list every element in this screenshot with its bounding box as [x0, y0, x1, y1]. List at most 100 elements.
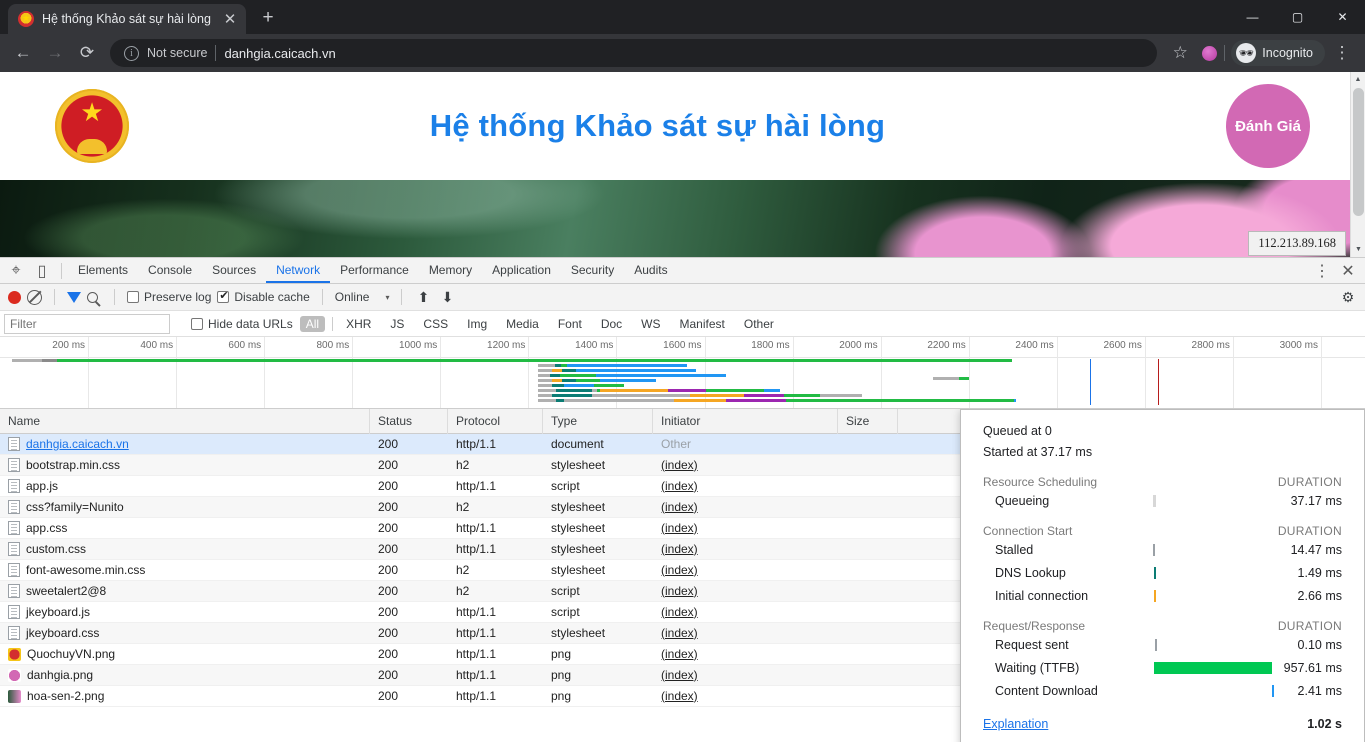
- filter-input[interactable]: [4, 313, 170, 334]
- bookmark-star-icon[interactable]: ☆: [1165, 38, 1195, 68]
- toolbar-divider-1: [54, 289, 55, 305]
- cell-initiator-text[interactable]: (index): [661, 668, 698, 682]
- column-header-size[interactable]: Size: [838, 409, 898, 434]
- cell-initiator: (index): [653, 623, 838, 644]
- tab-performance[interactable]: Performance: [330, 258, 419, 283]
- incognito-badge[interactable]: 🕶 Incognito: [1231, 40, 1325, 66]
- scroll-down-icon[interactable]: ▼: [1351, 242, 1365, 257]
- overview-bar-segment: [564, 384, 594, 387]
- tab-console[interactable]: Console: [138, 258, 202, 283]
- tab-network[interactable]: Network: [266, 258, 331, 283]
- explanation-link[interactable]: Explanation: [983, 717, 1048, 731]
- address-bar[interactable]: i Not secure danhgia.caicach.vn: [110, 39, 1158, 67]
- tab-application[interactable]: Application: [482, 258, 561, 283]
- type-filter-manifest[interactable]: Manifest: [674, 316, 731, 332]
- overview-bar-segment: [550, 374, 560, 377]
- timing-value: 2.41 ms: [1297, 683, 1342, 698]
- hide-data-urls-checkbox[interactable]: Hide data URLs: [191, 317, 293, 331]
- devtools-close-icon[interactable]: ✕: [1335, 259, 1361, 283]
- lotus-banner-image: 112.213.89.168: [0, 180, 1365, 257]
- cell-initiator-text[interactable]: (index): [661, 500, 698, 514]
- close-window-icon[interactable]: ✕: [1320, 0, 1365, 34]
- timing-bar-zone: [1135, 638, 1268, 651]
- cell-initiator-text[interactable]: (index): [661, 605, 698, 619]
- column-header-initiator[interactable]: Initiator: [653, 409, 838, 434]
- cell-status-text: 200: [378, 499, 399, 514]
- cell-name: danhgia.png: [0, 665, 370, 686]
- page-scrollbar[interactable]: ▲ ▼: [1350, 72, 1365, 257]
- tab-sources[interactable]: Sources: [202, 258, 266, 283]
- overview-bar-segment: [562, 379, 576, 382]
- timing-bar: [1155, 638, 1157, 651]
- browser-menu-icon[interactable]: ⋮: [1327, 38, 1357, 68]
- column-header-status[interactable]: Status: [370, 409, 448, 434]
- scroll-up-icon[interactable]: ▲: [1351, 72, 1365, 87]
- url-text[interactable]: danhgia.caicach.vn: [224, 46, 335, 61]
- disable-cache-checkbox[interactable]: Disable cache: [217, 289, 310, 304]
- cell-type: png: [543, 665, 653, 686]
- document-icon: [8, 542, 20, 556]
- type-filter-media[interactable]: Media: [500, 316, 545, 332]
- timing-label: Request sent: [995, 637, 1069, 652]
- column-header-name[interactable]: Name: [0, 409, 370, 434]
- type-filter-other[interactable]: Other: [738, 316, 780, 332]
- cell-protocol-text: http/1.1: [456, 541, 497, 556]
- tab-elements[interactable]: Elements: [68, 258, 138, 283]
- type-filter-css[interactable]: CSS: [417, 316, 454, 332]
- cell-initiator-text[interactable]: (index): [661, 458, 698, 472]
- cell-initiator-text[interactable]: (index): [661, 689, 698, 703]
- back-icon[interactable]: ←: [8, 38, 38, 68]
- dom-content-loaded-marker: [1090, 359, 1091, 405]
- forward-icon[interactable]: →: [40, 38, 70, 68]
- type-filter-doc[interactable]: Doc: [595, 316, 628, 332]
- type-filter-js[interactable]: JS: [384, 316, 410, 332]
- export-har-icon[interactable]: ⬇: [438, 289, 456, 306]
- scrollbar-thumb[interactable]: [1353, 88, 1364, 216]
- inspect-element-icon[interactable]: ⌖: [3, 259, 29, 283]
- filter-icon[interactable]: [67, 291, 81, 303]
- overview-bar-segment: [57, 359, 1012, 362]
- browser-tab[interactable]: Hệ thống Khảo sát sự hài lòng ✕: [8, 4, 246, 34]
- extension-icon[interactable]: [1202, 45, 1218, 61]
- type-filter-img[interactable]: Img: [461, 316, 493, 332]
- cell-type-text: stylesheet: [551, 457, 606, 472]
- devtools-more-icon[interactable]: ⋮: [1309, 259, 1335, 283]
- type-filter-font[interactable]: Font: [552, 316, 588, 332]
- cell-initiator-text[interactable]: (index): [661, 479, 698, 493]
- type-filter-all[interactable]: All: [299, 315, 326, 332]
- tab-audits[interactable]: Audits: [624, 258, 677, 283]
- cell-initiator-text[interactable]: (index): [661, 647, 698, 661]
- close-tab-icon[interactable]: ✕: [220, 12, 240, 27]
- cell-initiator-text[interactable]: (index): [661, 626, 698, 640]
- tab-memory[interactable]: Memory: [419, 258, 482, 283]
- preserve-log-checkbox[interactable]: Preserve log: [127, 290, 211, 304]
- cell-protocol: h2: [448, 560, 543, 581]
- reload-icon[interactable]: ⟳: [72, 38, 102, 68]
- devtools-tabbar-right: ⋮ ✕: [1309, 259, 1365, 283]
- maximize-window-icon[interactable]: ▢: [1275, 0, 1320, 34]
- new-tab-button[interactable]: +: [254, 4, 282, 32]
- import-har-icon[interactable]: ⬆: [414, 289, 432, 306]
- minimize-window-icon[interactable]: —: [1230, 0, 1275, 34]
- column-header-protocol[interactable]: Protocol: [448, 409, 543, 434]
- cell-name: font-awesome.min.css: [0, 560, 370, 581]
- throttling-select[interactable]: Online ▾: [335, 290, 390, 304]
- record-button[interactable]: [8, 290, 21, 304]
- info-icon[interactable]: i: [124, 45, 139, 61]
- column-header-type[interactable]: Type: [543, 409, 653, 434]
- cell-initiator-text[interactable]: (index): [661, 521, 698, 535]
- cell-initiator-text[interactable]: (index): [661, 542, 698, 556]
- timing-label: Initial connection: [995, 588, 1089, 603]
- cell-initiator-text[interactable]: (index): [661, 584, 698, 598]
- settings-gear-icon[interactable]: ⚙: [1339, 289, 1357, 306]
- evaluate-button[interactable]: Đánh Giá: [1226, 84, 1310, 168]
- cell-initiator-text[interactable]: (index): [661, 563, 698, 577]
- type-filter-ws[interactable]: WS: [635, 316, 666, 332]
- clear-button[interactable]: [27, 289, 42, 305]
- device-toolbar-icon[interactable]: ▯: [29, 259, 55, 283]
- tab-security[interactable]: Security: [561, 258, 624, 283]
- network-overview[interactable]: 200 ms 400 ms 600 ms 800 ms 1000 ms 1200 ms 14…: [0, 337, 1365, 409]
- cell-protocol-text: http/1.1: [456, 667, 497, 682]
- search-icon[interactable]: [87, 291, 98, 303]
- type-filter-xhr[interactable]: XHR: [340, 316, 377, 332]
